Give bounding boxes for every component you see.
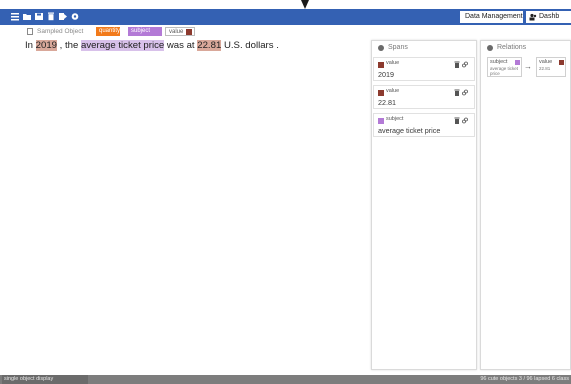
legend-quantity[interactable]: quantity [96,27,120,36]
status-bar: single object display 96 cute objects 3 … [0,375,571,384]
relation-source-text: average ticket price [490,66,519,76]
text-segment: was at [164,40,198,51]
value-swatch [378,62,384,68]
trash-icon[interactable] [454,61,460,68]
top-toolbar: Data Management Dashb [0,9,571,25]
relations-panel-header: Relations [481,41,570,55]
document-icon [27,28,33,35]
relation-source[interactable]: subject average ticket price [487,57,522,77]
spans-icon [378,45,384,51]
text-segment: , the [57,40,82,51]
span-text: 22.81 [378,98,396,107]
span-actions [454,89,468,96]
list-icon[interactable] [11,12,19,21]
sampled-object-label: Sampled Object [37,28,84,35]
trash-icon[interactable] [454,89,460,96]
relation-card[interactable]: subject average ticket price → value 22.… [487,57,570,79]
object-count-status: 96 cute objects 3 / 96 lapsed 6 class [480,376,569,382]
text-segment: In [25,40,36,51]
value-span-22-81[interactable]: 22.81 [197,40,222,51]
toolbar-icon-group [11,12,79,21]
spans-panel: Spans value 2019 value 22.81 subject ave… [371,40,477,370]
relation-target-label: value [539,59,553,65]
relation-source-label: subject [490,59,508,65]
relation-target[interactable]: value 22.81 [536,57,566,77]
spans-panel-header: Spans [372,41,476,55]
delete-icon[interactable] [47,12,55,21]
settings-icon[interactable] [71,12,79,21]
annotated-sentence: In 2019 , the average ticket price was a… [25,40,279,52]
legend-value[interactable]: value [165,27,195,36]
data-management-label: Data Management [465,13,523,20]
span-card[interactable]: value 2019 [373,57,475,81]
sub-header: Sampled Object quantity subject value [0,26,571,37]
display-mode-status[interactable]: single object display [2,375,88,384]
next-icon[interactable] [59,12,67,21]
caret-marker [301,0,309,9]
relations-title: Relations [497,44,527,51]
arrow-right-icon: → [524,62,532,71]
link-icon[interactable] [462,117,468,124]
span-text: 2019 [378,70,394,79]
relations-panel: Relations subject average ticket price →… [480,40,571,370]
text-segment: U.S. dollars . [221,40,279,51]
span-tag: value [386,88,400,94]
span-card[interactable]: subject average ticket price [373,113,475,137]
link-icon[interactable] [462,61,468,68]
relations-icon [487,45,493,51]
trash-icon[interactable] [454,117,460,124]
subject-span[interactable]: average ticket price [81,40,165,51]
data-management-button[interactable]: Data Management [460,11,523,23]
value-swatch [186,29,192,35]
value-swatch [378,90,384,96]
subject-swatch [378,118,384,124]
subject-swatch [515,60,520,65]
relation-target-text: 22.81 [539,66,551,71]
legend-subject[interactable]: subject [128,27,162,36]
value-swatch [559,60,564,65]
span-text: average ticket price [378,126,441,135]
dashboard-button[interactable]: Dashb [526,11,571,23]
span-card[interactable]: value 22.81 [373,85,475,109]
span-actions [454,61,468,68]
span-actions [454,117,468,124]
link-icon[interactable] [462,89,468,96]
legend-value-label: value [169,29,184,35]
save-icon[interactable] [35,12,43,21]
dashboard-label: Dashb [539,13,560,20]
folder-icon[interactable] [23,12,31,21]
spans-title: Spans [388,44,408,51]
span-tag: subject [386,116,404,122]
people-icon [529,13,537,21]
value-span-2019[interactable]: 2019 [35,40,58,51]
span-tag: value [386,60,400,66]
